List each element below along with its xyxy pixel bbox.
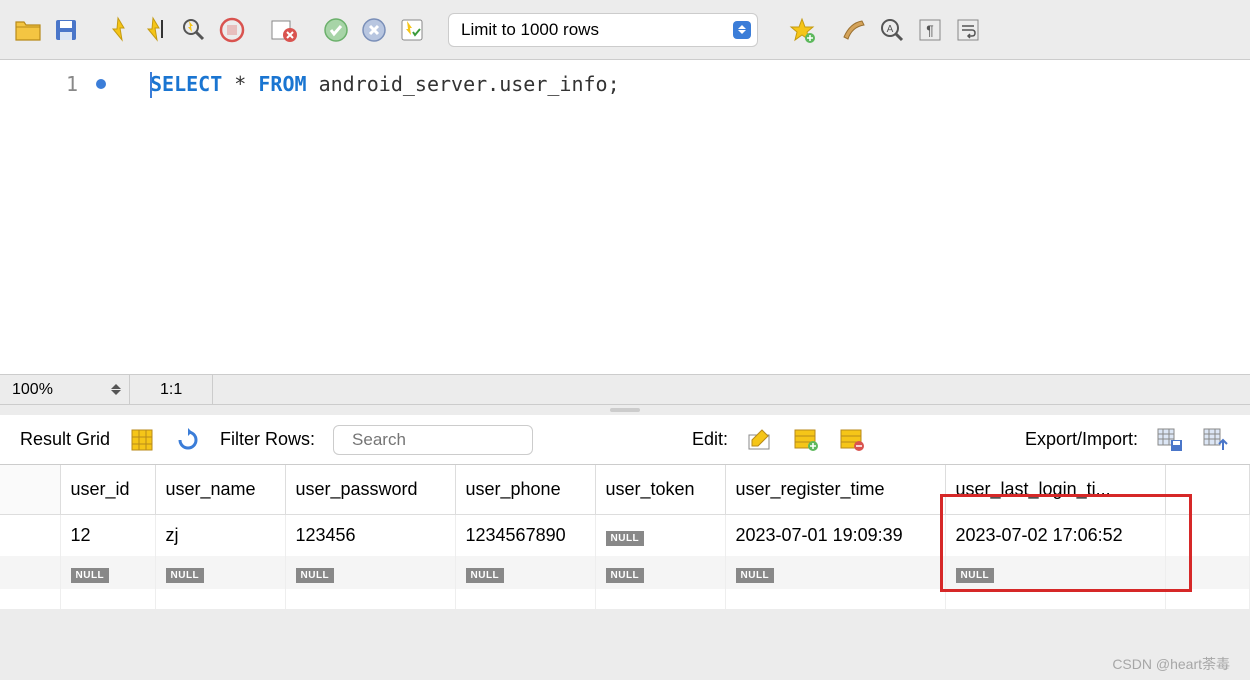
table-header-row: user_id user_name user_password user_pho…	[0, 465, 1250, 515]
line-number: 1	[66, 72, 78, 96]
open-file-icon[interactable]	[12, 14, 44, 46]
wrap-icon[interactable]	[952, 14, 984, 46]
stop-icon[interactable]	[216, 14, 248, 46]
explain-icon[interactable]	[178, 14, 210, 46]
col-header-user-register-time[interactable]: user_register_time	[725, 465, 945, 515]
row-limit-label: Limit to 1000 rows	[461, 20, 599, 40]
cell-user-register-time[interactable]: 2023-07-01 19:09:39	[725, 515, 945, 557]
export-icon[interactable]	[1156, 426, 1184, 454]
sql-keyword-from: FROM	[258, 72, 306, 96]
zoom-control[interactable]: 100%	[0, 375, 130, 404]
result-grid-title: Result Grid	[20, 429, 110, 450]
result-toolbar: Result Grid Filter Rows: Edit: Export/Im…	[0, 415, 1250, 465]
breakpoint-dot-icon[interactable]	[96, 79, 106, 89]
col-header-user-name[interactable]: user_name	[155, 465, 285, 515]
grid-view-icon[interactable]	[128, 426, 156, 454]
autocommit-icon[interactable]	[396, 14, 428, 46]
export-import-label: Export/Import:	[1025, 429, 1138, 450]
svg-text:A: A	[887, 24, 894, 35]
cell-user-phone[interactable]: 1234567890	[455, 515, 595, 557]
editor-gutter: 1	[0, 60, 130, 374]
import-icon[interactable]	[1202, 426, 1230, 454]
sql-keyword-select: SELECT	[150, 72, 222, 96]
cell-user-token[interactable]: NULL	[595, 515, 725, 557]
beautify-icon[interactable]	[838, 14, 870, 46]
col-header-user-phone[interactable]: user_phone	[455, 465, 595, 515]
find-icon[interactable]: A	[876, 14, 908, 46]
filter-rows-label: Filter Rows:	[220, 429, 315, 450]
cell-user-password[interactable]: 123456	[285, 515, 455, 557]
edit-label: Edit:	[692, 429, 728, 450]
execute-cursor-icon[interactable]	[140, 14, 172, 46]
cell-user-id[interactable]: 12	[60, 515, 155, 557]
col-header-user-token[interactable]: user_token	[595, 465, 725, 515]
editor-status-bar: 100% 1:1	[0, 375, 1250, 405]
col-header-user-password[interactable]: user_password	[285, 465, 455, 515]
delete-row-icon[interactable]	[838, 426, 866, 454]
result-grid[interactable]: user_id user_name user_password user_pho…	[0, 465, 1250, 609]
cell-user-last-login-time[interactable]: 2023-07-02 17:06:52	[945, 515, 1165, 557]
table-row-empty[interactable]: NULL NULL NULL NULL NULL NULL NULL	[0, 556, 1250, 589]
row-limit-select[interactable]: Limit to 1000 rows	[448, 13, 758, 47]
main-toolbar: Limit to 1000 rows A ¶	[0, 0, 1250, 60]
col-header-user-last-login-time[interactable]: user_last_login_ti...	[945, 465, 1165, 515]
favorite-icon[interactable]	[786, 14, 818, 46]
save-icon[interactable]	[50, 14, 82, 46]
table-row[interactable]: 12 zj 123456 1234567890 NULL 2023-07-01 …	[0, 515, 1250, 557]
execute-icon[interactable]	[102, 14, 134, 46]
invisible-chars-icon[interactable]: ¶	[914, 14, 946, 46]
refresh-icon[interactable]	[174, 426, 202, 454]
editor-code[interactable]: SELECT * FROM android_server.user_info;	[130, 60, 1250, 374]
zoom-value: 100%	[12, 381, 53, 399]
filter-search-box[interactable]	[333, 425, 533, 455]
table-row-blank	[0, 589, 1250, 609]
rollback-icon[interactable]	[358, 14, 390, 46]
cursor-position: 1:1	[130, 375, 213, 404]
svg-text:¶: ¶	[926, 22, 934, 38]
pane-splitter[interactable]	[0, 405, 1250, 415]
select-arrows-icon	[733, 21, 751, 39]
add-row-icon[interactable]	[792, 426, 820, 454]
stop-script-icon[interactable]	[268, 14, 300, 46]
watermark-text: CSDN @heart荼毒	[1112, 654, 1230, 674]
filter-search-input[interactable]	[352, 430, 573, 450]
col-header-user-id[interactable]: user_id	[60, 465, 155, 515]
edit-row-icon[interactable]	[746, 426, 774, 454]
sql-editor[interactable]: 1 SELECT * FROM android_server.user_info…	[0, 60, 1250, 375]
commit-icon[interactable]	[320, 14, 352, 46]
cell-user-name[interactable]: zj	[155, 515, 285, 557]
row-number-header	[0, 465, 60, 515]
zoom-spinner-icon[interactable]	[111, 384, 121, 395]
